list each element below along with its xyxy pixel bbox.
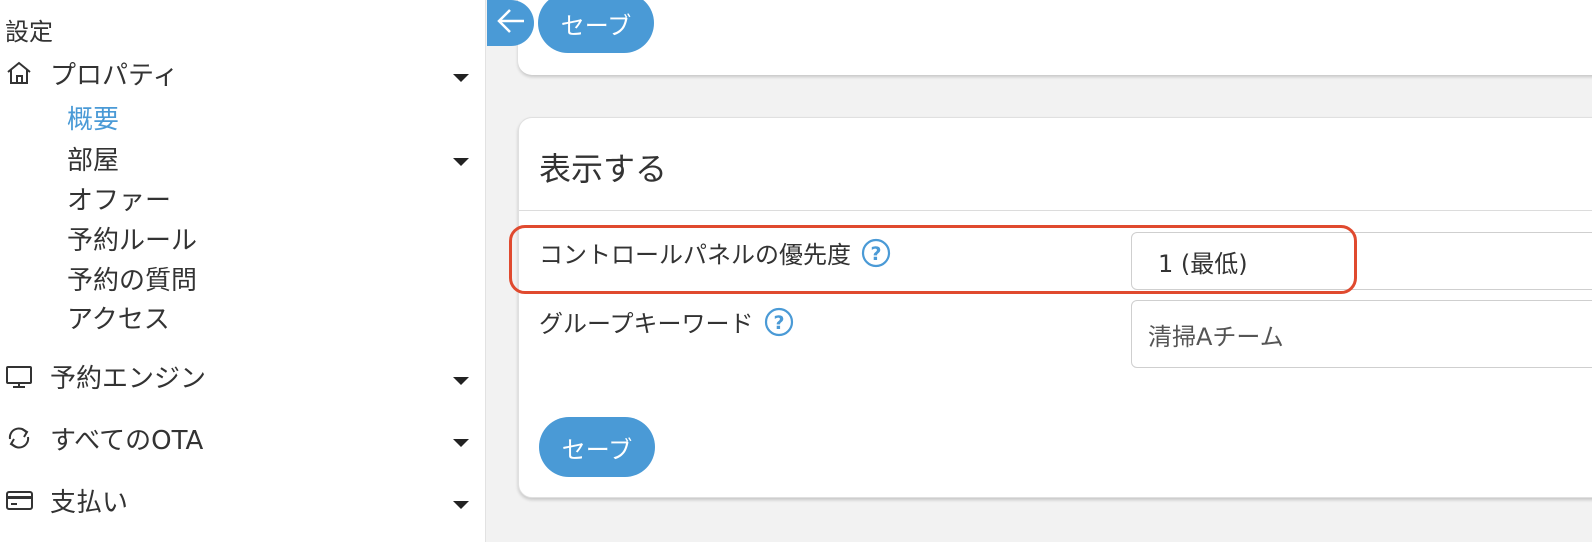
sync-icon [4, 424, 34, 452]
control-panel-priority-label: コントロールパネルの優先度 ? [539, 235, 891, 270]
top-card [518, 0, 1592, 75]
group-keyword-input[interactable]: 清掃Aチーム [1131, 300, 1592, 368]
sidebar-item-label: 支払い [50, 487, 129, 518]
sidebar-title: 設定 [5, 18, 53, 46]
sidebar-subitem-access[interactable]: アクセス [67, 299, 170, 335]
svg-text:?: ? [773, 312, 784, 334]
divider [519, 210, 1592, 211]
sidebar-item-property[interactable]: プロパティ [0, 55, 486, 91]
chevron-down-icon[interactable] [453, 501, 469, 509]
chevron-down-icon[interactable] [453, 158, 469, 166]
control-panel-priority-select[interactable]: 1 (最低) [1131, 232, 1592, 290]
sidebar-subitem-offers[interactable]: オファー [67, 180, 171, 216]
save-button[interactable]: セーブ [539, 417, 655, 477]
sidebar-item-all-ota[interactable]: すべてのOTA [0, 420, 486, 456]
chevron-down-icon[interactable] [453, 74, 469, 82]
chevron-down-icon[interactable] [453, 377, 469, 385]
help-icon[interactable]: ? [764, 307, 794, 337]
group-keyword-label: グループキーワード ? [539, 304, 794, 339]
sidebar: 設定 プロパティ 概要 部屋 オファー 予約ルール 予約の質問 アクセス 予約エ… [0, 0, 486, 542]
sidebar-subitem-rooms[interactable]: 部屋 [67, 140, 119, 176]
sidebar-item-label: プロパティ [50, 60, 179, 91]
arrow-left-icon [494, 6, 528, 40]
sidebar-item-payments[interactable]: 支払い [0, 482, 486, 518]
credit-card-icon [4, 486, 34, 514]
sidebar-subitem-overview[interactable]: 概要 [67, 99, 119, 135]
field-label-text: コントロールパネルの優先度 [539, 241, 851, 269]
svg-text:?: ? [870, 243, 881, 265]
save-button-top[interactable]: セーブ [538, 0, 654, 53]
display-settings-card: 表示する コントロールパネルの優先度 ? 1 (最低) グループキーワード ? … [518, 117, 1592, 498]
home-icon [4, 59, 34, 87]
back-button[interactable] [487, 0, 534, 46]
help-icon[interactable]: ? [861, 238, 891, 268]
sidebar-item-label: 予約エンジン [50, 363, 207, 394]
sidebar-item-booking-engine[interactable]: 予約エンジン [0, 358, 486, 394]
monitor-icon [4, 362, 34, 390]
sidebar-subitem-booking-questions[interactable]: 予約の質問 [67, 260, 197, 296]
field-label-text: グループキーワード [539, 310, 754, 338]
sidebar-item-label: すべてのOTA [50, 425, 204, 456]
card-title: 表示する [539, 150, 668, 188]
chevron-down-icon[interactable] [453, 439, 469, 447]
sidebar-subitem-booking-rules[interactable]: 予約ルール [67, 220, 197, 256]
